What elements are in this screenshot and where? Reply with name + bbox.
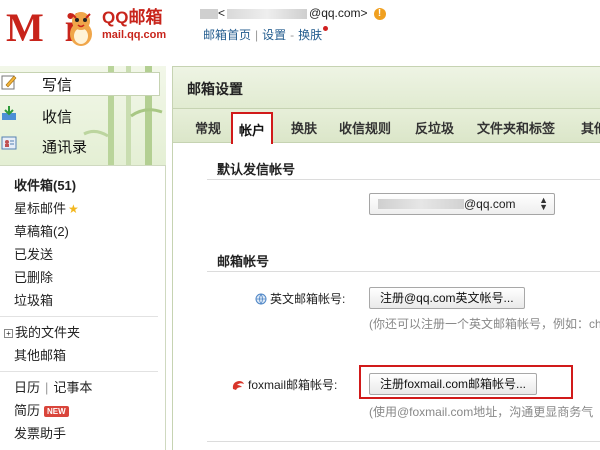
- tab-other[interactable]: 其他: [581, 118, 600, 137]
- blurred-account: [378, 199, 464, 209]
- blurred-nickname: [200, 8, 218, 19]
- tab-general[interactable]: 常规: [195, 118, 221, 137]
- nav-compose[interactable]: 写信: [0, 72, 160, 96]
- folder-starred-label: 星标邮件: [14, 201, 67, 216]
- sidebar: 写信 收信 通讯录 收件箱(51) 星标邮件 ★ 草稿箱(2) 已发送 已删除 垃…: [0, 66, 166, 450]
- warning-icon[interactable]: !: [373, 7, 386, 20]
- user-account-line: < @qq.com>!: [200, 6, 386, 20]
- new-badge: NEW: [44, 406, 69, 418]
- notification-dot-icon: [323, 26, 329, 31]
- select-arrow-icon: ▲ ▼: [539, 195, 548, 212]
- resume-label: 简历: [14, 403, 41, 418]
- folder-starred[interactable]: 星标邮件 ★: [0, 197, 166, 220]
- logo-brand: QQ邮箱: [102, 8, 163, 27]
- folder-sent[interactable]: 已发送: [0, 243, 166, 266]
- folder-deleted[interactable]: 已删除: [0, 266, 166, 289]
- link-mail-home[interactable]: 邮箱首页: [203, 28, 251, 42]
- nav-inbox-label: 收信: [42, 108, 73, 126]
- divider: [0, 371, 158, 372]
- settings-tabs: 常规 帐户 换肤 收信规则 反垃圾 文件夹和标签 其他: [173, 109, 600, 144]
- foxmail-logo-icon: [232, 380, 244, 390]
- default-account-select[interactable]: @qq.com ▲ ▼: [369, 193, 555, 215]
- tab-folders-labels[interactable]: 文件夹和标签: [477, 118, 555, 137]
- link-calendar[interactable]: 日历: [14, 380, 40, 395]
- register-english-button[interactable]: 注册@qq.com英文帐号...: [369, 287, 525, 309]
- default-account-heading: 默认发信帐号: [217, 162, 296, 177]
- contacts-icon: [1, 136, 32, 155]
- tab-skin[interactable]: 换肤: [291, 118, 317, 137]
- nav-inbox[interactable]: 收信: [0, 104, 166, 128]
- bamboo-background: 写信 收信 通讯录: [0, 66, 166, 166]
- link-resume[interactable]: 简历 NEW: [0, 399, 166, 422]
- english-hint: (你还可以注册一个英文邮箱帐号，例如：ch: [369, 317, 600, 331]
- link-settings[interactable]: 设置: [262, 28, 286, 42]
- user-prefix: <: [218, 6, 226, 20]
- header-links: 邮箱首页 | 设置 - 换肤: [203, 26, 329, 43]
- nav-compose-label: 写信: [42, 76, 73, 94]
- tab-antispam[interactable]: 反垃圾: [415, 118, 454, 137]
- highlight-box-foxmail: [359, 365, 573, 399]
- blurred-qq-number: [227, 8, 308, 19]
- english-label-text: 英文邮箱帐号:: [270, 292, 346, 306]
- tab-rules[interactable]: 收信规则: [339, 118, 391, 137]
- other-mail[interactable]: 其他邮箱: [0, 344, 166, 367]
- foxmail-label-text: foxmail邮箱帐号:: [248, 378, 338, 392]
- nav-contacts-label: 通讯录: [42, 138, 88, 156]
- foxmail-account-label: foxmail邮箱帐号:: [231, 376, 337, 393]
- page-title: 邮箱设置: [187, 81, 243, 97]
- section-divider: [207, 271, 600, 272]
- section-divider: [207, 179, 600, 180]
- settings-panel: 邮箱设置 常规 帐户 换肤 收信规则 反垃圾 文件夹和标签 其他 默认发信帐号 …: [172, 66, 600, 450]
- logo-url: mail.qq.com: [102, 29, 167, 41]
- logo-brand-block: QQ邮箱 mail.qq.com: [102, 8, 166, 42]
- settings-header: 邮箱设置: [173, 67, 600, 109]
- header: Mil QQ邮箱 mail.qq.com < @qq.com>! 邮箱首页|设置-…: [0, 0, 600, 62]
- link-notebook[interactable]: 记事本: [53, 380, 92, 395]
- mail-accounts-heading: 邮箱帐号: [217, 254, 270, 269]
- section-divider: [207, 441, 600, 442]
- qq-mail-logo[interactable]: Mil QQ邮箱 mail.qq.com: [6, 4, 196, 56]
- penguin-mascot-icon: [70, 12, 92, 46]
- divider: [0, 316, 158, 317]
- calendar-notebook-row: 日历 | 记事本: [14, 380, 93, 395]
- compose-icon: [1, 75, 32, 93]
- star-icon: ★: [68, 202, 79, 216]
- folder-trash[interactable]: 垃圾箱: [0, 289, 166, 312]
- user-email-suffix: @qq.com>: [309, 6, 368, 20]
- my-folders-label: 我的文件夹: [15, 325, 81, 340]
- default-account-value: @qq.com: [464, 197, 516, 211]
- tab-account[interactable]: 帐户: [231, 112, 274, 144]
- folder-inbox[interactable]: 收件箱(51): [0, 174, 166, 197]
- link-skin[interactable]: 换肤: [298, 28, 322, 42]
- folder-list: 收件箱(51) 星标邮件 ★ 草稿箱(2) 已发送 已删除 垃圾箱 + 我的文件夹 …: [0, 174, 166, 445]
- nav-contacts[interactable]: 通讯录: [0, 134, 166, 158]
- expand-plus-icon[interactable]: +: [4, 329, 13, 339]
- english-account-label: 英文邮箱帐号:: [255, 290, 345, 307]
- globe-icon: [255, 293, 267, 305]
- my-folders[interactable]: + 我的文件夹: [0, 321, 166, 344]
- inbox-icon: [2, 106, 32, 125]
- folder-drafts[interactable]: 草稿箱(2): [0, 220, 166, 243]
- link-invoice[interactable]: 发票助手: [0, 422, 166, 445]
- foxmail-hint: (使用@foxmail.com地址，沟通更显商务气: [369, 405, 594, 419]
